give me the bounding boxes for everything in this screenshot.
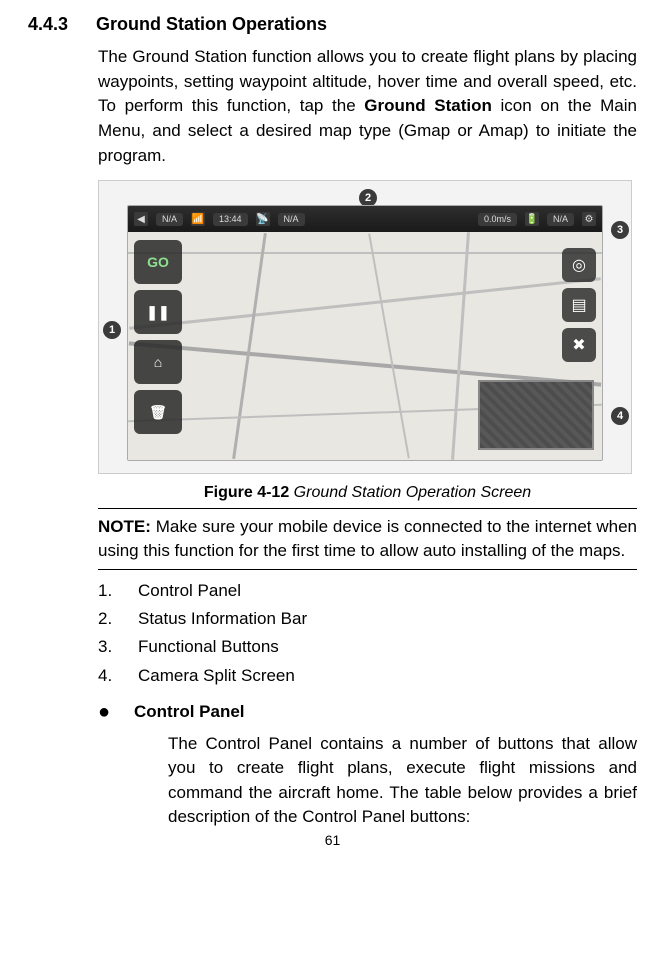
numbered-list: 1.Control Panel 2.Status Information Bar… — [98, 578, 637, 726]
page: 4.4.3 Ground Station Operations The Grou… — [0, 0, 665, 856]
figure-caption-italic: Ground Station Operation Screen — [289, 484, 531, 501]
status-mode: N/A — [156, 213, 183, 226]
map-area[interactable]: GO ❚❚ ⌂ 🗑 ◎ ▤ ✖ — [128, 232, 602, 460]
control-panel: GO ❚❚ ⌂ 🗑 — [134, 240, 182, 434]
home-button[interactable]: ⌂ — [134, 340, 182, 384]
list-item: 4.Camera Split Screen — [98, 663, 637, 689]
status-batt: N/A — [547, 213, 574, 226]
satellite-icon: 📶 — [191, 212, 205, 226]
status-rc: N/A — [278, 213, 305, 226]
back-icon[interactable]: ◀ — [134, 212, 148, 226]
callout-4: 4 — [611, 407, 629, 425]
intro-paragraph: The Ground Station function allows you t… — [98, 45, 637, 168]
callout-3: 3 — [611, 221, 629, 239]
list-item-label: Camera Split Screen — [138, 663, 295, 689]
figure-caption: Figure 4-12 Ground Station Operation Scr… — [98, 484, 637, 502]
app-screenshot: ◀ N/A 📶 13:44 📡 N/A 0.0m/s 🔋 N/A ⚙ — [127, 205, 603, 461]
bullet-heading: ● Control Panel — [98, 699, 637, 725]
list-item-label: Status Information Bar — [138, 606, 307, 632]
layers-button[interactable]: ▤ — [562, 288, 596, 322]
settings-icon[interactable]: ⚙ — [582, 212, 596, 226]
control-panel-description: The Control Panel contains a number of b… — [168, 732, 637, 831]
section-heading: 4.4.3 Ground Station Operations — [28, 14, 637, 35]
status-bar: ◀ N/A 📶 13:44 📡 N/A 0.0m/s 🔋 N/A ⚙ — [128, 206, 602, 232]
note-text: Make sure your mobile device is connecte… — [98, 517, 637, 560]
note-label: NOTE: — [98, 517, 151, 536]
status-speed: 0.0m/s — [478, 213, 517, 226]
note-divider — [98, 569, 637, 570]
status-sat: 13:44 — [213, 213, 248, 226]
list-item: 1.Control Panel — [98, 578, 637, 604]
camera-split-screen[interactable] — [478, 380, 594, 450]
rc-icon: 📡 — [256, 212, 270, 226]
battery-icon: 🔋 — [525, 212, 539, 226]
page-number: 61 — [28, 832, 637, 856]
list-item: 3.Functional Buttons — [98, 634, 637, 660]
locate-button[interactable]: ◎ — [562, 248, 596, 282]
section-title: Ground Station Operations — [96, 14, 327, 35]
list-item-label: Control Panel — [138, 578, 241, 604]
bullet-title: Control Panel — [134, 699, 245, 725]
clear-button[interactable]: ✖ — [562, 328, 596, 362]
callout-1: 1 — [103, 321, 121, 339]
note-block: NOTE: Make sure your mobile device is co… — [98, 508, 637, 563]
list-item: 2.Status Information Bar — [98, 606, 637, 632]
figure-wrap: 1 2 3 4 ◀ N/A 📶 13:44 📡 N/A 0.0m/s 🔋 N/A… — [98, 180, 637, 502]
figure-box: 1 2 3 4 ◀ N/A 📶 13:44 📡 N/A 0.0m/s 🔋 N/A… — [98, 180, 632, 474]
pause-button[interactable]: ❚❚ — [134, 290, 182, 334]
list-item-label: Functional Buttons — [138, 634, 279, 660]
intro-text-bold: Ground Station — [364, 96, 492, 115]
figure-caption-bold: Figure 4-12 — [204, 484, 289, 501]
delete-button[interactable]: 🗑 — [134, 390, 182, 434]
go-button[interactable]: GO — [134, 240, 182, 284]
functional-buttons: ◎ ▤ ✖ — [562, 248, 596, 362]
section-number: 4.4.3 — [28, 14, 68, 35]
